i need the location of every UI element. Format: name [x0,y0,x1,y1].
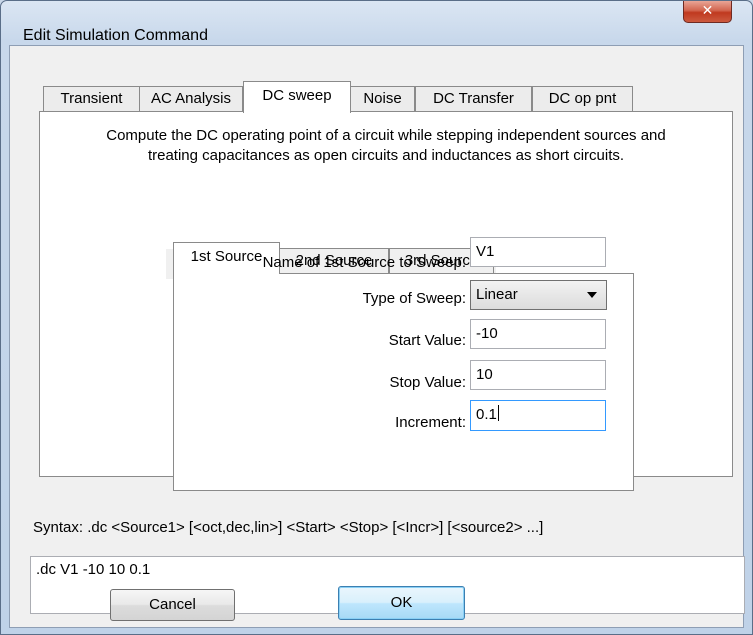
tab-dc-sweep[interactable]: DC sweep [243,81,351,113]
close-button[interactable]: ✕ [683,1,732,23]
tab-label: DC Transfer [433,90,514,107]
source-name-input[interactable]: V1 [470,237,606,267]
stop-value-input[interactable]: 10 [470,360,606,390]
increment-value: 0.1 [476,406,497,423]
start-value: -10 [476,325,498,342]
description-line-1: Compute the DC operating point of a circ… [106,127,666,144]
tab-transient[interactable]: Transient [43,86,140,112]
tab-dc-transfer[interactable]: DC Transfer [415,86,532,112]
close-icon: ✕ [701,3,714,19]
dialog-window: Edit Simulation Command ✕ Transient AC A… [0,0,753,635]
tab-noise[interactable]: Noise [350,86,415,112]
tab-ac-analysis[interactable]: AC Analysis [139,86,243,112]
stop-value: 10 [476,366,493,383]
ok-button[interactable]: OK [338,586,465,620]
tab-label: Transient [60,90,123,107]
source-name-value: V1 [476,243,495,260]
increment-label: Increment: [395,414,466,431]
increment-input[interactable]: 0.1 [470,400,606,431]
tab-label: DC sweep [262,87,332,104]
stop-value-label: Stop Value: [389,374,466,391]
start-value-input[interactable]: -10 [470,319,606,349]
tab-label: DC op pnt [548,90,617,107]
cancel-button[interactable]: Cancel [110,589,235,621]
dropdown-arrow-icon [587,292,597,298]
title-bar[interactable]: Edit Simulation Command ✕ [1,1,752,45]
tab-label: AC Analysis [150,90,232,107]
tab-label: Noise [363,90,402,107]
start-value-label: Start Value: [388,332,466,349]
text-caret [497,405,499,421]
sweep-type-label: Type of Sweep: [362,290,466,307]
sweep-type-dropdown[interactable]: Linear [470,280,607,310]
description-line-2: treating capacitances as open circuits a… [147,147,625,164]
command-text: .dc V1 -10 10 0.1 [36,561,151,578]
syntax-hint: Syntax: .dc <Source1> [<oct,dec,lin>] <S… [33,519,544,536]
source-name-label: Name of 1st Source to Sweep: [262,254,466,271]
tab-dc-op-pnt[interactable]: DC op pnt [532,86,633,112]
window-title: Edit Simulation Command [23,27,208,44]
sweep-type-value: Linear [476,286,518,303]
dialog-body: Transient AC Analysis DC sweep Noise DC … [9,45,745,628]
